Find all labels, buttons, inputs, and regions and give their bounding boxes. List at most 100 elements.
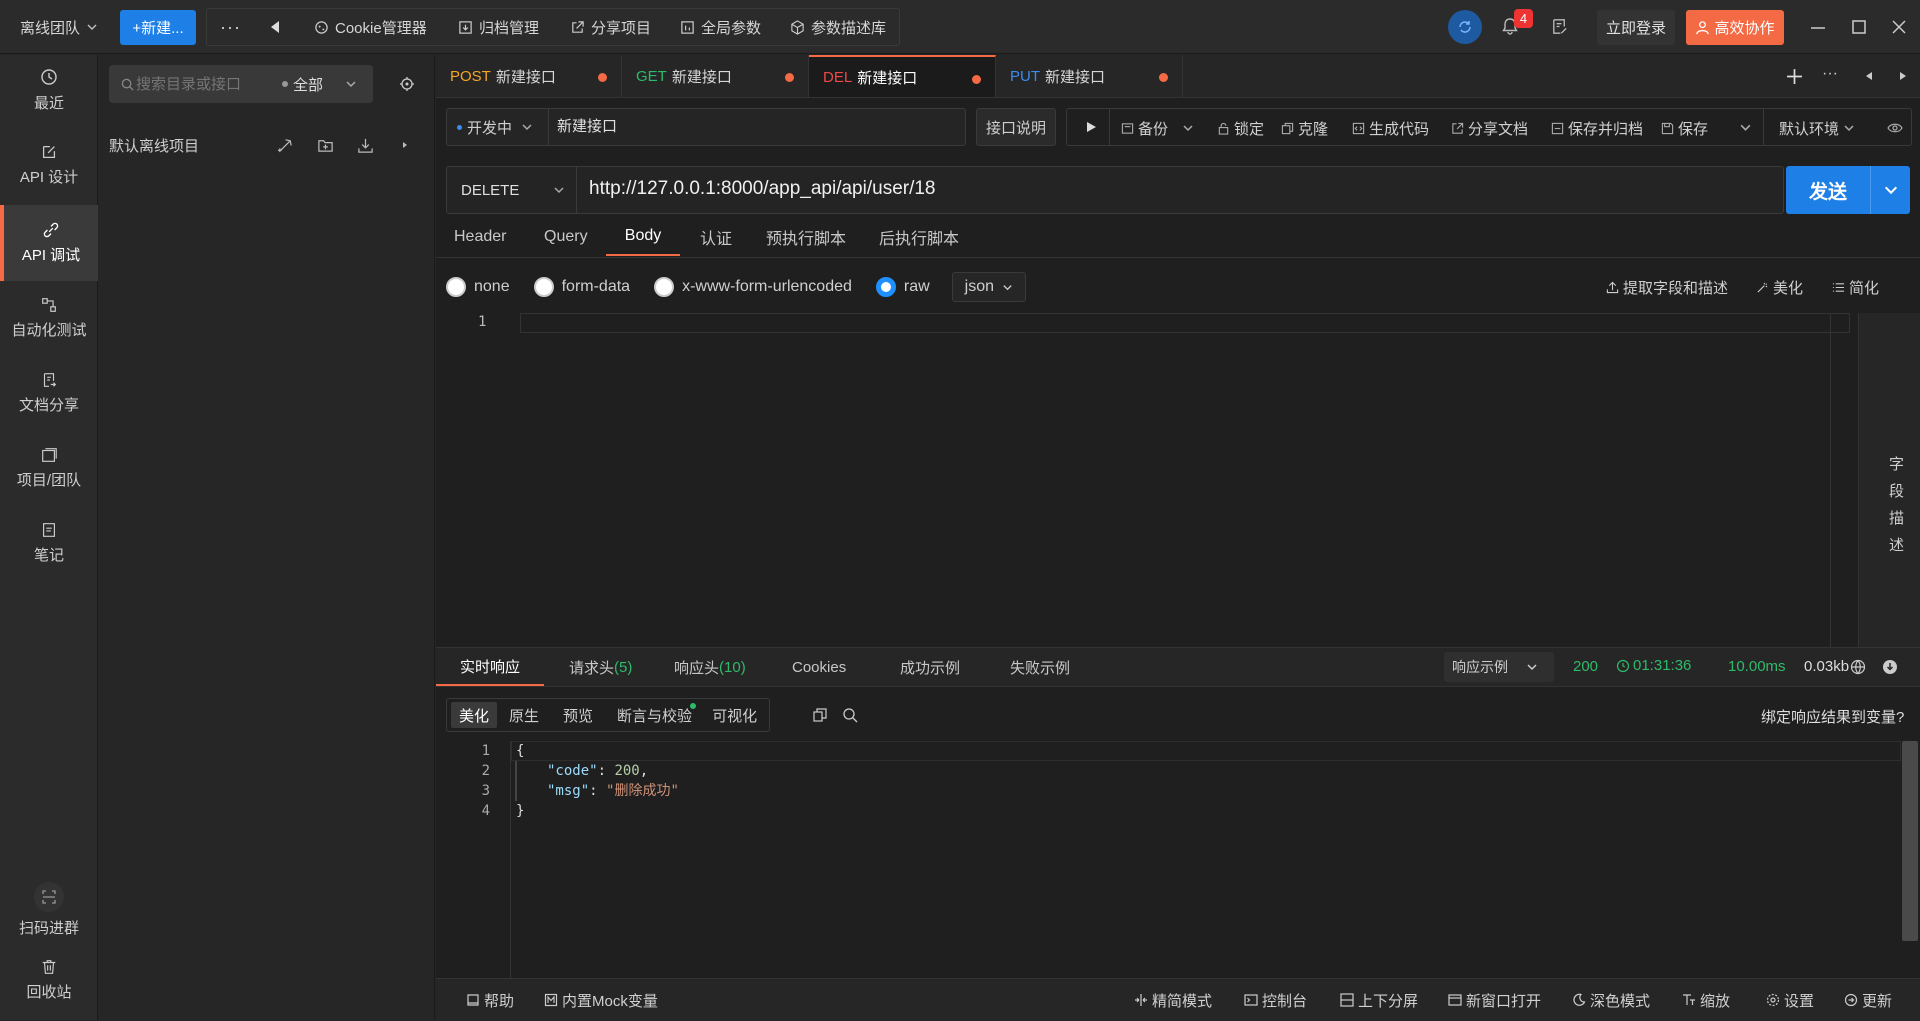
simplify-button[interactable]: 简化	[1832, 274, 1879, 300]
tab-body[interactable]: Body	[606, 218, 680, 256]
nav-trash[interactable]: 回收站	[0, 945, 98, 1015]
save-options-chevron-icon[interactable]	[1739, 121, 1752, 134]
url-input[interactable]	[589, 178, 1769, 200]
eye-icon[interactable]	[1887, 121, 1903, 135]
tab-auth[interactable]: 认证	[700, 218, 732, 256]
nav-qr-group[interactable]: 扫码进群	[0, 875, 98, 945]
view-visualize[interactable]: 可视化	[704, 702, 765, 728]
compact-mode-button[interactable]: 精简模式	[1134, 979, 1212, 1021]
save-button[interactable]: 保存	[1661, 109, 1708, 147]
tab-response-headers[interactable]: 响应头 (10)	[674, 648, 746, 686]
tab-cookies[interactable]: Cookies	[792, 648, 846, 686]
dark-mode-button[interactable]: 深色模式	[1572, 979, 1650, 1021]
team-selector[interactable]: 离线团队	[20, 0, 98, 54]
more-menu-button[interactable]: ···	[220, 0, 241, 54]
play-icon[interactable]	[1085, 121, 1097, 133]
help-button[interactable]: 帮助	[466, 979, 514, 1021]
minimize-button[interactable]	[1810, 20, 1826, 36]
nav-api-design[interactable]: API 设计	[0, 130, 98, 200]
update-button[interactable]: 更新	[1844, 979, 1892, 1021]
nav-doc-share[interactable]: 文档分享	[0, 358, 98, 428]
view-raw[interactable]: 原生	[497, 702, 551, 728]
env-select[interactable]: 默认环境	[1779, 109, 1855, 147]
body-editor[interactable]: 1	[436, 313, 1858, 647]
response-body[interactable]: 1 2 3 4 { "code": 200, "msg": "删除成功" }	[436, 741, 1920, 997]
close-window-button[interactable]	[1891, 19, 1907, 35]
radio-form-data[interactable]	[533, 277, 554, 297]
tab-query[interactable]: Query	[544, 218, 588, 256]
tab-post[interactable]: POST 新建接口	[436, 55, 622, 97]
console-button[interactable]: 控制台	[1244, 979, 1307, 1021]
collapse-button[interactable]	[268, 0, 282, 54]
tab-get[interactable]: GET 新建接口	[622, 55, 809, 97]
field-desc-panel[interactable]: 字 段 描 述	[1858, 313, 1920, 647]
radio-urlencoded[interactable]	[654, 277, 675, 297]
locate-button[interactable]	[399, 76, 415, 92]
import-icon[interactable]	[357, 137, 374, 154]
search-input[interactable]	[136, 75, 276, 93]
sync-button[interactable]	[1448, 10, 1482, 44]
mock-vars-button[interactable]: 内置Mock变量	[544, 979, 658, 1021]
lock-button[interactable]: 锁定	[1217, 109, 1264, 147]
caret-right-icon[interactable]	[401, 141, 409, 149]
radio-raw[interactable]	[875, 277, 896, 297]
status-select[interactable]: 开发中	[447, 109, 549, 145]
view-assert[interactable]: 断言与校验	[605, 702, 704, 728]
tab-del[interactable]: DEL 新建接口	[809, 55, 996, 97]
scrollbar-thumb[interactable]	[1902, 741, 1918, 941]
new-window-button[interactable]: 新窗口打开	[1448, 979, 1541, 1021]
view-preview[interactable]: 预览	[551, 702, 605, 728]
api-desc-button[interactable]: 接口说明	[976, 108, 1056, 146]
tab-success-example[interactable]: 成功示例	[900, 648, 960, 686]
filter-select[interactable]: 全部	[293, 74, 323, 95]
archive-button[interactable]: 归档管理	[458, 0, 539, 54]
chevron-down-icon[interactable]	[1883, 182, 1899, 198]
response-example-select[interactable]: 响应示例	[1444, 652, 1554, 682]
maximize-button[interactable]	[1851, 19, 1867, 35]
tab-next-icon[interactable]	[1898, 71, 1908, 81]
request-name-input[interactable]	[557, 117, 957, 134]
tab-live-response[interactable]: 实时响应	[436, 648, 544, 686]
tab-prev-icon[interactable]	[1864, 71, 1874, 81]
project-root-row[interactable]: 默认离线项目	[109, 130, 425, 160]
global-params-button[interactable]: 全局参数	[680, 0, 761, 54]
share-doc-button[interactable]: 分享文档	[1451, 109, 1528, 147]
generate-code-button[interactable]: 生成代码	[1352, 109, 1429, 147]
tab-pre-script[interactable]: 预执行脚本	[766, 218, 846, 256]
collab-button[interactable]: 高效协作	[1686, 10, 1784, 45]
nav-automation[interactable]: 自动化测试	[0, 283, 98, 353]
login-button[interactable]: 立即登录	[1597, 10, 1675, 45]
new-button[interactable]: +新建...	[120, 10, 196, 45]
download-icon[interactable]	[1882, 659, 1898, 675]
nav-notes[interactable]: 笔记	[0, 508, 98, 578]
bind-response-link[interactable]: 绑定响应结果到变量?	[1761, 706, 1904, 727]
add-folder-icon[interactable]	[317, 137, 334, 154]
backup-button[interactable]: 备份	[1121, 109, 1194, 147]
globe-icon[interactable]	[1850, 659, 1866, 675]
tab-request-headers[interactable]: 请求头 (5)	[569, 648, 632, 686]
tab-fail-example[interactable]: 失败示例	[1010, 648, 1070, 686]
radio-none[interactable]	[446, 277, 466, 297]
nav-project-team[interactable]: 项目/团队	[0, 433, 98, 503]
copy-icon[interactable]	[812, 707, 828, 723]
tab-more-button[interactable]: ···	[1822, 65, 1838, 83]
extract-fields-button[interactable]: 提取字段和描述	[1606, 274, 1728, 300]
search-icon[interactable]	[842, 707, 858, 723]
notes-button[interactable]	[1550, 17, 1569, 36]
format-select[interactable]: json	[951, 272, 1027, 302]
add-tab-icon[interactable]	[1786, 68, 1803, 85]
nav-recent[interactable]: 最近	[0, 55, 98, 125]
beautify-button[interactable]: 美化	[1756, 274, 1803, 300]
send-button[interactable]: 发送	[1786, 166, 1870, 214]
method-select[interactable]: DELETE	[447, 167, 577, 213]
tab-post-script[interactable]: 后执行脚本	[879, 218, 959, 256]
view-beautify[interactable]: 美化	[451, 702, 498, 728]
add-api-icon[interactable]	[277, 137, 294, 154]
tab-header[interactable]: Header	[454, 218, 506, 256]
share-project-button[interactable]: 分享项目	[570, 0, 651, 54]
nav-api-debug[interactable]: API 调试	[0, 205, 98, 281]
tab-put[interactable]: PUT 新建接口	[996, 55, 1183, 97]
save-archive-button[interactable]: 保存并归档	[1551, 109, 1643, 147]
split-view-button[interactable]: 上下分屏	[1340, 979, 1418, 1021]
param-library-button[interactable]: 参数描述库	[790, 0, 886, 54]
